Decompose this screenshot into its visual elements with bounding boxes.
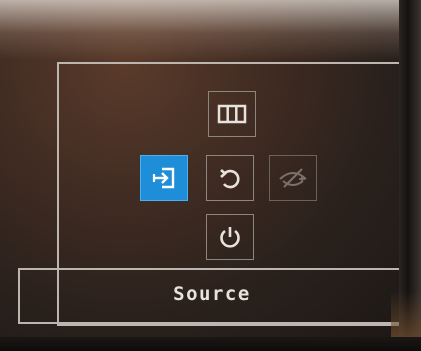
input-source-icon xyxy=(152,167,175,189)
eye-off-icon xyxy=(279,168,307,188)
columns-icon xyxy=(217,104,247,124)
osd-status-bar: Source xyxy=(18,268,404,324)
power-button[interactable] xyxy=(206,214,254,260)
selected-item-label: Source xyxy=(173,283,251,305)
eye-care-button[interactable] xyxy=(269,155,317,201)
power-icon xyxy=(220,227,240,248)
monitor-photo: Source xyxy=(0,0,421,351)
display-layout-button[interactable] xyxy=(208,91,256,137)
source-button[interactable] xyxy=(140,155,188,201)
screen-glare xyxy=(0,0,421,60)
rotate-icon xyxy=(220,169,240,189)
reset-button[interactable] xyxy=(206,155,254,201)
monitor-bezel-bottom xyxy=(0,337,421,351)
